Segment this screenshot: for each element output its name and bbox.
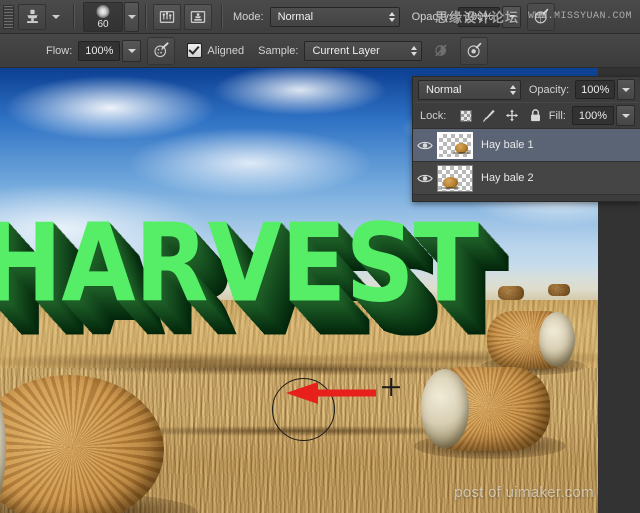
airbrush-icon[interactable] — [147, 36, 176, 65]
airbrush-glyph — [154, 42, 169, 58]
red-arrow-annotation — [286, 382, 376, 404]
lock-all-icon[interactable] — [528, 109, 542, 123]
lock-position-icon[interactable] — [505, 109, 519, 123]
aligned-label: Aligned — [207, 44, 245, 57]
divider — [73, 4, 75, 29]
pressure-size-glyph — [467, 42, 482, 58]
clone-stamp-icon[interactable] — [18, 3, 46, 30]
eye-glyph — [417, 141, 433, 149]
options-bar-gripper[interactable] — [3, 4, 14, 29]
ignore-adjustment-glyph — [435, 44, 447, 57]
layer-blend-mode-select[interactable]: Normal — [418, 79, 521, 100]
blend-mode-select[interactable]: Normal — [269, 6, 400, 27]
layers-lock-row: Lock: Fill: 100% — [413, 103, 640, 129]
brush-size-value: 60 — [97, 18, 109, 30]
fill-label: Fill: — [548, 109, 566, 122]
hay-bale-front-left — [0, 375, 198, 513]
watermark-url-text: WWW.MISSYUAN.COM — [527, 11, 632, 22]
layer-opacity-label: Opacity: — [528, 83, 570, 96]
layer-thumbnail[interactable] — [437, 131, 473, 159]
flow-value[interactable]: 100% — [78, 40, 121, 61]
layers-blend-row: Normal Opacity: 100% — [413, 77, 640, 103]
brush-size-preview[interactable]: 60 — [83, 1, 123, 32]
padlock-glyph — [530, 109, 540, 122]
hay-bale-front-right — [414, 367, 566, 459]
divider — [221, 4, 223, 29]
options-bar-row-1: 60 Mode: Normal Opacity: 100% 思缘设计论坛 WWW… — [0, 0, 640, 34]
aligned-checkbox[interactable] — [187, 43, 203, 58]
layer-opacity-chevron-down-icon[interactable] — [617, 79, 635, 100]
chevron-updown-icon — [388, 11, 395, 22]
lock-transparent-pixels-icon[interactable] — [459, 109, 473, 123]
brush-picker-chevron-down-icon[interactable] — [124, 1, 139, 32]
watermark-chinese-text: 思缘设计论坛 — [434, 11, 519, 26]
hay-bale-mid — [481, 311, 585, 375]
sample-value: Current Layer — [312, 44, 380, 57]
fill-value[interactable]: 100% — [571, 106, 614, 125]
clone-source-glyph — [190, 10, 206, 23]
clone-source-panel-icon[interactable] — [184, 3, 212, 30]
photoshop-window: 60 Mode: Normal Opacity: 100% 思缘设计论坛 WWW… — [0, 0, 640, 513]
layer-blend-mode-value: Normal — [426, 83, 462, 96]
layers-panel: Normal Opacity: 100% Lock: Fill: 100% Ha… — [412, 76, 640, 202]
options-bar-row-2: Flow: 100% Aligned Sample: Current Layer — [0, 34, 640, 68]
lock-icon-group — [459, 109, 542, 123]
soft-round-brush-icon — [96, 4, 110, 18]
divider — [145, 4, 147, 29]
fill-chevron-down-icon[interactable] — [616, 105, 635, 126]
sample-select[interactable]: Current Layer — [304, 40, 423, 61]
blend-mode-value: Normal — [277, 10, 314, 23]
table-row[interactable]: Hay bale 2 — [413, 162, 640, 195]
tablet-pressure-size-icon[interactable] — [460, 36, 489, 65]
mode-label: Mode: — [233, 10, 264, 23]
move-arrows-glyph — [506, 109, 519, 122]
layer-visibility-eye-icon[interactable] — [413, 140, 437, 151]
panel-bottom-gutter — [413, 195, 640, 201]
clone-source-crosshair-icon — [382, 378, 400, 396]
flow-label: Flow: — [46, 44, 73, 57]
layer-name[interactable]: Hay bale 1 — [481, 139, 534, 151]
watermark-bottom-text: post of uimaker.com — [454, 484, 594, 501]
eye-glyph — [417, 174, 433, 182]
brush-panel-glyph — [159, 10, 175, 23]
ignore-adjustment-layers-icon[interactable] — [428, 38, 454, 64]
table-row[interactable]: Hay bale 1 — [413, 129, 640, 162]
layer-visibility-eye-icon[interactable] — [413, 173, 437, 184]
layer-thumbnail[interactable] — [437, 164, 473, 192]
flow-chevron-down-icon[interactable] — [122, 39, 142, 62]
tool-preset-chevron-down-icon[interactable] — [52, 14, 60, 19]
harvest-artwork-text: HARVEST — [0, 201, 479, 327]
sample-label: Sample: — [258, 44, 299, 57]
lock-label: Lock: — [420, 109, 447, 122]
paintbrush-glyph — [483, 109, 495, 122]
layer-name[interactable]: Hay bale 2 — [481, 172, 534, 184]
brush-panel-icon[interactable] — [153, 3, 181, 30]
chevron-updown-icon — [509, 84, 516, 95]
lock-image-pixels-icon[interactable] — [482, 109, 496, 123]
layer-opacity-value[interactable]: 100% — [575, 80, 616, 99]
watermark-top: 思缘设计论坛 WWW.MISSYUAN.COM — [435, 7, 632, 26]
clone-stamp-glyph — [26, 9, 38, 24]
chevron-updown-icon — [411, 45, 418, 56]
